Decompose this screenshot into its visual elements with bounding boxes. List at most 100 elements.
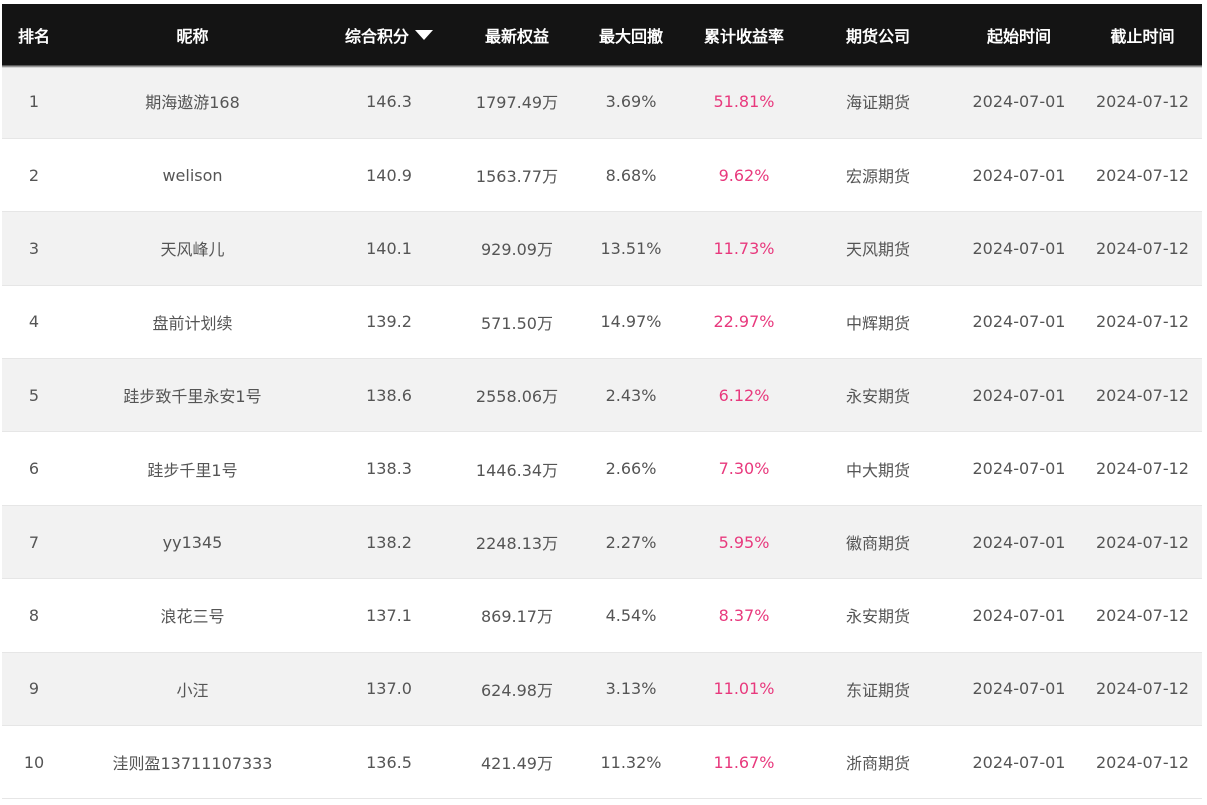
start-date-cell: 2024-07-01 — [972, 238, 1066, 258]
rank-cell: 5 — [28, 385, 40, 405]
rank-cell: 3 — [28, 238, 40, 258]
drawdown-cell: 3.69% — [605, 91, 657, 111]
start-date-cell: 2024-07-01 — [972, 459, 1066, 479]
nickname-cell: yy1345 — [162, 532, 223, 552]
company-cell: 永安期货 — [845, 387, 910, 407]
return-rate-cell: 7.30% — [718, 459, 770, 479]
end-date-cell: 2024-07-12 — [1096, 91, 1189, 111]
score-cell: 140.1 — [366, 238, 412, 258]
score-cell: 139.2 — [366, 312, 412, 332]
table-row[interactable]: 3 天风峰儿 140.1 929.09万 13.51% 11.73% 天风期货 2024-07… — [2, 211, 1202, 286]
header-nickname[interactable]: 昵称 — [66, 4, 319, 65]
header-start-date[interactable]: 起始时间 — [955, 4, 1083, 65]
table-row[interactable]: 2 welison 140.9 1563.77万 8.68% 9.62% 宏源期货 2024-… — [2, 138, 1202, 212]
nickname-cell: 小汪 — [176, 680, 209, 700]
end-date-cell: 2024-07-12 — [1096, 312, 1189, 332]
return-rate-cell: 6.12% — [718, 385, 770, 405]
equity-cell: 869.17万 — [481, 607, 553, 627]
header-equity[interactable]: 最新权益 — [459, 4, 575, 65]
table-row[interactable]: 6 跬步千里1号 138.3 1446.34万 2.66% 7.30% 中大期货 2024-0… — [2, 431, 1202, 506]
equity-cell: 929.09万 — [481, 240, 553, 260]
header-end-date[interactable]: 截止时间 — [1083, 4, 1202, 65]
nickname-cell: 盘前计划续 — [152, 313, 233, 333]
drawdown-cell: 14.97% — [600, 312, 662, 332]
nickname-cell: 跬步致千里永安1号 — [123, 387, 262, 407]
table-row[interactable]: 1 期海遨游168 146.3 1797.49万 3.69% 51.81% 海证期货 2024… — [2, 65, 1202, 139]
rank-cell: 9 — [28, 679, 40, 699]
company-cell: 天风期货 — [845, 240, 910, 260]
company-cell: 东证期货 — [845, 680, 910, 700]
drawdown-cell: 2.27% — [605, 532, 657, 552]
header-score-label: 综合积分 — [344, 26, 409, 46]
score-cell: 138.3 — [366, 459, 412, 479]
end-date-cell: 2024-07-12 — [1096, 165, 1189, 185]
table-row[interactable]: 9 小汪 137.0 624.98万 3.13% 11.01% 东证期货 2024-07-01… — [2, 652, 1202, 726]
table-header: 排名 昵称 综合积分 最新权益 最大回撤 累计收益率 期货公司 起始时间 截止时… — [2, 4, 1202, 65]
start-date-cell: 2024-07-01 — [972, 165, 1066, 185]
return-rate-cell: 11.73% — [713, 238, 775, 258]
return-rate-cell: 11.01% — [713, 679, 775, 699]
start-date-cell: 2024-07-01 — [972, 752, 1066, 772]
table-row[interactable]: 7 yy1345 138.2 2248.13万 2.27% 5.95% 徽商期货 2024-0… — [2, 505, 1202, 579]
header-return-rate[interactable]: 累计收益率 — [687, 4, 801, 65]
score-cell: 137.1 — [366, 605, 412, 625]
company-cell: 中大期货 — [845, 460, 910, 480]
score-cell: 138.2 — [366, 532, 412, 552]
start-date-cell: 2024-07-01 — [972, 312, 1066, 332]
company-cell: 宏源期货 — [845, 167, 910, 187]
drawdown-cell: 13.51% — [600, 238, 662, 258]
nickname-cell: 洼则盈13711107333 — [112, 754, 273, 774]
end-date-cell: 2024-07-12 — [1096, 459, 1189, 479]
start-date-cell: 2024-07-01 — [972, 91, 1066, 111]
table-row[interactable]: 8 浪花三号 137.1 869.17万 4.54% 8.37% 永安期货 2024-07-0… — [2, 578, 1202, 653]
nickname-cell: 浪花三号 — [160, 607, 225, 627]
return-rate-cell: 9.62% — [718, 165, 770, 185]
score-cell: 137.0 — [366, 679, 412, 699]
header-rank[interactable]: 排名 — [2, 4, 66, 65]
drawdown-cell: 2.66% — [605, 459, 657, 479]
equity-cell: 1446.34万 — [475, 460, 559, 480]
end-date-cell: 2024-07-12 — [1096, 238, 1189, 258]
return-rate-cell: 5.95% — [718, 532, 770, 552]
return-rate-cell: 51.81% — [713, 91, 775, 111]
table-row[interactable]: 10 洼则盈13711107333 136.5 421.49万 11.32% 11.67%… — [2, 725, 1202, 799]
drawdown-cell: 11.32% — [600, 752, 662, 772]
rank-cell: 6 — [28, 459, 40, 479]
rank-cell: 7 — [28, 532, 40, 552]
header-company[interactable]: 期货公司 — [801, 4, 955, 65]
table-row[interactable]: 4 盘前计划续 139.2 571.50万 14.97% 22.97% 中辉期货 2024-0… — [2, 285, 1202, 359]
return-rate-cell: 22.97% — [713, 312, 775, 332]
rank-cell: 10 — [23, 752, 45, 772]
header-score[interactable]: 综合积分 — [319, 4, 459, 65]
drawdown-cell: 3.13% — [605, 679, 657, 699]
equity-cell: 1797.49万 — [475, 93, 559, 113]
company-cell: 徽商期货 — [845, 534, 910, 554]
company-cell: 浙商期货 — [845, 754, 910, 774]
equity-cell: 2558.06万 — [475, 387, 559, 407]
header-shadow — [2, 65, 1202, 68]
equity-cell: 2248.13万 — [475, 534, 559, 554]
nickname-cell: 天风峰儿 — [160, 240, 225, 260]
nickname-cell: 期海遨游168 — [145, 93, 240, 113]
equity-cell: 1563.77万 — [475, 167, 559, 187]
triangle-down-icon[interactable] — [415, 29, 433, 40]
ranking-table: 排名 昵称 综合积分 最新权益 最大回撤 累计收益率 期货公司 起始时间 截止时… — [2, 4, 1202, 799]
score-cell: 146.3 — [366, 91, 412, 111]
company-cell: 永安期货 — [845, 607, 910, 627]
header-drawdown[interactable]: 最大回撤 — [575, 4, 687, 65]
score-cell: 136.5 — [366, 752, 412, 772]
equity-cell: 624.98万 — [481, 680, 553, 700]
table-row[interactable]: 5 跬步致千里永安1号 138.6 2558.06万 2.43% 6.12% 永安期货 202… — [2, 358, 1202, 432]
nickname-cell: welison — [162, 165, 223, 185]
drawdown-cell: 4.54% — [605, 605, 657, 625]
end-date-cell: 2024-07-12 — [1096, 385, 1189, 405]
drawdown-cell: 2.43% — [605, 385, 657, 405]
end-date-cell: 2024-07-12 — [1096, 752, 1189, 772]
start-date-cell: 2024-07-01 — [972, 605, 1066, 625]
end-date-cell: 2024-07-12 — [1096, 605, 1189, 625]
end-date-cell: 2024-07-12 — [1096, 679, 1189, 699]
rank-cell: 8 — [28, 605, 40, 625]
company-cell: 海证期货 — [845, 93, 910, 113]
rank-cell: 2 — [28, 165, 40, 185]
score-cell: 138.6 — [366, 385, 412, 405]
